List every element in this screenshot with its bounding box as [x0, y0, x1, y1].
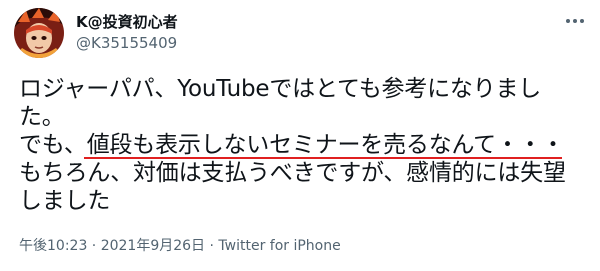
tweet-text: ロジャーパパ、YouTubeではとても参考になりまし た。 でも、値段も表示しな… — [19, 75, 589, 215]
tweet-line: でも、値段も表示しないセミナーを売るなんて・・・ — [19, 132, 565, 158]
display-name[interactable]: K@投資初心者 — [76, 11, 178, 32]
source-label[interactable]: Twitter for iPhone — [218, 238, 340, 254]
tweet-meta: 午後10:23 · 2021年9月26日 · Twitter for iPhon… — [19, 235, 341, 255]
tweet-line: た。 — [19, 104, 65, 130]
red-underline-annotation — [84, 157, 562, 159]
user-handle[interactable]: @K35155409 — [76, 34, 177, 52]
timestamp[interactable]: 午後10:23 · 2021年9月26日 · — [19, 238, 218, 254]
tweet-line: もちろん、対価は支払うべきですが、感情的には失望 — [19, 160, 566, 186]
tweet-line: しました — [19, 188, 111, 214]
avatar-illustration-icon — [14, 8, 64, 58]
tweet-line: ロジャーパパ、YouTubeではとても参考になりまし — [19, 76, 542, 102]
avatar[interactable] — [14, 8, 64, 58]
more-options-button[interactable] — [560, 8, 590, 34]
more-horizontal-icon — [566, 19, 584, 23]
